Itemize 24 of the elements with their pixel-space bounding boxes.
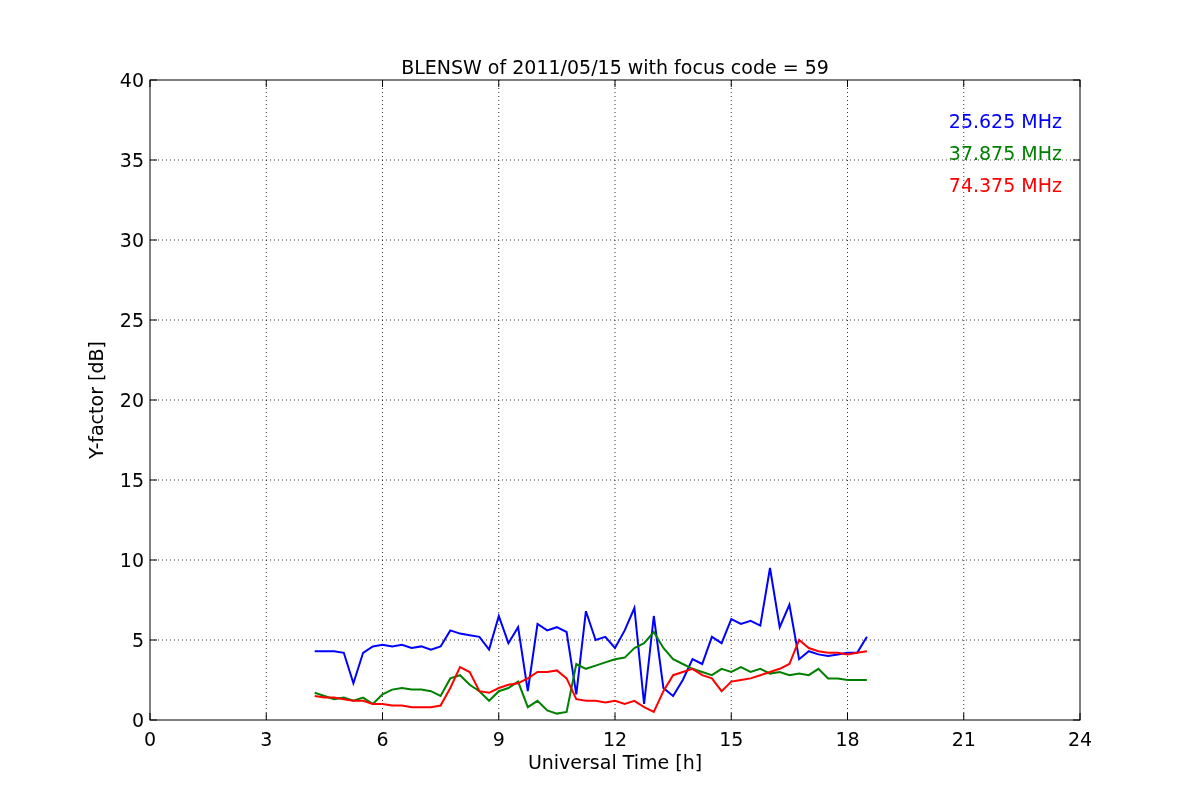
y-axis-label: Y-factor [dB] [85, 341, 107, 459]
y-tick-label: 25 [119, 309, 144, 331]
y-tick-label: 20 [119, 389, 144, 411]
legend-label: 74.375 MHz [948, 174, 1062, 196]
x-tick-label: 6 [376, 728, 389, 750]
y-tick-label: 5 [131, 629, 144, 651]
y-tick-label: 30 [119, 229, 144, 251]
y-tick-label: 10 [119, 549, 144, 571]
y-tick-label: 40 [119, 69, 144, 91]
y-tick-label: 0 [131, 709, 144, 731]
x-tick-label: 24 [1067, 728, 1093, 750]
chart-title: BLENSW of 2011/05/15 with focus code = 59 [401, 56, 829, 78]
x-tick-label: 0 [143, 728, 157, 750]
y-tick-label: 35 [119, 149, 144, 171]
x-tick-label: 12 [602, 728, 628, 750]
x-tick-label: 3 [260, 728, 273, 750]
y-tick-label: 15 [119, 469, 144, 491]
x-axis-label: Universal Time [h] [527, 751, 703, 773]
x-tick-label: 18 [835, 728, 860, 750]
x-tick-label: 9 [492, 728, 505, 750]
x-tick-label: 15 [719, 728, 744, 750]
x-tick-label: 21 [951, 728, 976, 750]
legend-label: 37.875 MHz [948, 142, 1062, 164]
legend-label: 25.625 MHz [948, 110, 1062, 132]
